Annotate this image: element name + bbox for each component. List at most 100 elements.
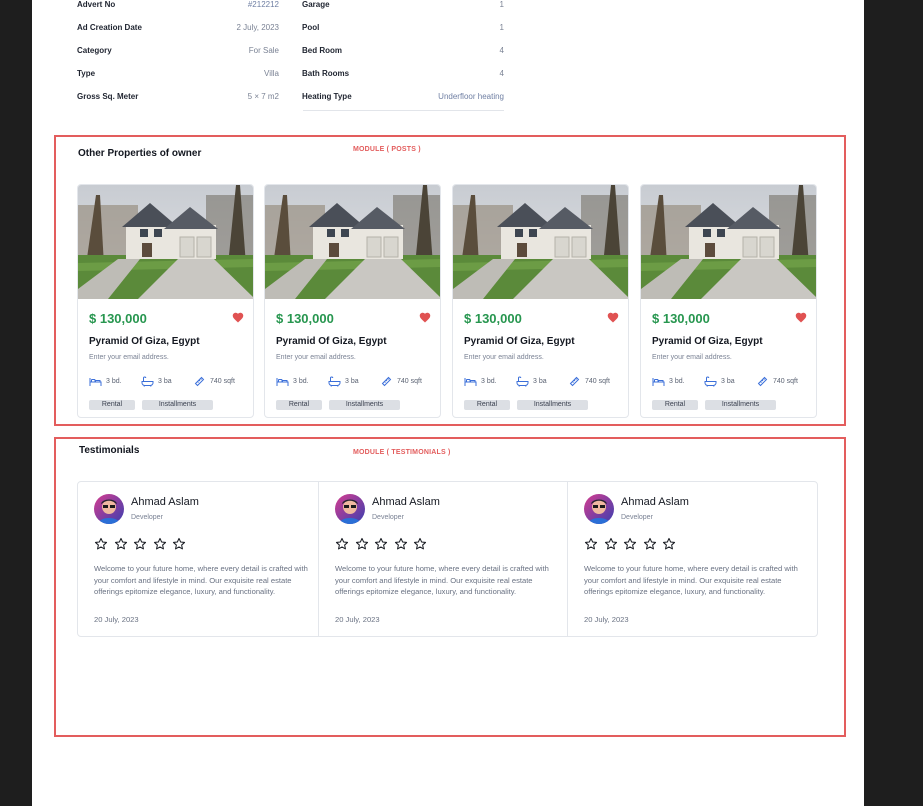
baths-label: 3 ba bbox=[345, 377, 359, 385]
detail-label: Garage bbox=[302, 0, 330, 9]
property-photo bbox=[78, 185, 253, 299]
property-title: Pyramid Of Giza, Egypt bbox=[464, 336, 575, 347]
detail-value: 1 bbox=[499, 23, 504, 32]
baths-feature: 3 ba bbox=[328, 375, 359, 387]
star-icon[interactable] bbox=[172, 537, 186, 551]
avatar bbox=[94, 494, 124, 524]
property-card[interactable]: $ 130,000 Pyramid Of Giza, Egypt Enter y… bbox=[452, 184, 629, 418]
property-title: Pyramid Of Giza, Egypt bbox=[276, 336, 387, 347]
reviewer-role: Developer bbox=[621, 514, 653, 521]
testimonial-text: Welcome to your future home, where every… bbox=[584, 564, 798, 597]
testimonial-text: Welcome to your future home, where every… bbox=[94, 564, 308, 597]
detail-row: Ad Creation Date 2 July, 2023 bbox=[77, 23, 279, 37]
detail-row: Heating Type Underfloor heating bbox=[302, 92, 504, 106]
bath-icon bbox=[516, 375, 529, 387]
bed-icon bbox=[89, 377, 102, 386]
tag-rental[interactable]: Rental bbox=[89, 400, 135, 410]
detail-label: Pool bbox=[302, 23, 320, 32]
star-rating bbox=[94, 537, 192, 551]
price: $ 130,000 bbox=[276, 311, 334, 326]
star-icon[interactable] bbox=[604, 537, 618, 551]
tag-rental[interactable]: Rental bbox=[464, 400, 510, 410]
ruler-icon bbox=[381, 376, 392, 386]
heart-icon[interactable] bbox=[232, 312, 244, 323]
reviewer-name: Ahmad Aslam bbox=[131, 496, 199, 508]
ruler-icon bbox=[757, 376, 768, 386]
testimonial-date: 20 July, 2023 bbox=[584, 615, 629, 624]
star-icon[interactable] bbox=[94, 537, 108, 551]
star-icon[interactable] bbox=[623, 537, 637, 551]
star-icon[interactable] bbox=[355, 537, 369, 551]
avatar bbox=[584, 494, 614, 524]
detail-value: For Sale bbox=[248, 46, 279, 55]
star-icon[interactable] bbox=[133, 537, 147, 551]
detail-label: Gross Sq. Meter bbox=[77, 92, 139, 101]
bed-icon bbox=[464, 377, 477, 386]
detail-value: 5 × 7 m2 bbox=[247, 92, 279, 101]
beds-feature: 3 bd. bbox=[652, 375, 685, 387]
beds-feature: 3 bd. bbox=[276, 375, 309, 387]
heart-icon[interactable] bbox=[607, 312, 619, 323]
detail-label: Heating Type bbox=[302, 92, 352, 101]
bed-icon bbox=[276, 377, 289, 386]
area-label: 740 sqft bbox=[585, 377, 610, 385]
detail-row: Category For Sale bbox=[77, 46, 279, 60]
star-icon[interactable] bbox=[394, 537, 408, 551]
ruler-icon bbox=[194, 376, 205, 386]
star-icon[interactable] bbox=[335, 537, 349, 551]
tag-rental[interactable]: Rental bbox=[652, 400, 698, 410]
star-icon[interactable] bbox=[643, 537, 657, 551]
star-icon[interactable] bbox=[662, 537, 676, 551]
detail-row: Bed Room 4 bbox=[302, 46, 504, 60]
detail-value: 4 bbox=[499, 46, 504, 55]
area-label: 740 sqft bbox=[210, 377, 235, 385]
star-rating bbox=[584, 537, 682, 551]
testimonial-card: Ahmad Aslam Developer Welcome to your fu… bbox=[567, 482, 817, 636]
detail-value: 1 bbox=[499, 0, 504, 9]
avatar bbox=[335, 494, 365, 524]
detail-label: Bed Room bbox=[302, 46, 342, 55]
baths-feature: 3 ba bbox=[704, 375, 735, 387]
testimonial-card: Ahmad Aslam Developer Welcome to your fu… bbox=[318, 482, 567, 636]
property-card[interactable]: $ 130,000 Pyramid Of Giza, Egypt Enter y… bbox=[640, 184, 817, 418]
detail-row: Advert No #212212 bbox=[77, 0, 279, 14]
beds-feature: 3 bd. bbox=[89, 375, 122, 387]
detail-row: Type Villa bbox=[77, 69, 279, 83]
property-features: 3 bd. 3 ba 740 sqft bbox=[276, 375, 436, 387]
area-label: 740 sqft bbox=[773, 377, 798, 385]
ruler-icon bbox=[569, 376, 580, 386]
detail-row: Pool 1 bbox=[302, 23, 504, 37]
detail-row: Bath Rooms 4 bbox=[302, 69, 504, 83]
star-icon[interactable] bbox=[153, 537, 167, 551]
heart-icon[interactable] bbox=[795, 312, 807, 323]
heart-icon[interactable] bbox=[419, 312, 431, 323]
beds-feature: 3 bd. bbox=[464, 375, 497, 387]
star-icon[interactable] bbox=[114, 537, 128, 551]
property-photo bbox=[453, 185, 628, 299]
star-icon[interactable] bbox=[413, 537, 427, 551]
price: $ 130,000 bbox=[464, 311, 522, 326]
detail-row: Gross Sq. Meter 5 × 7 m2 bbox=[77, 92, 279, 106]
section-title: Other Properties of owner bbox=[78, 148, 202, 159]
star-icon[interactable] bbox=[374, 537, 388, 551]
tag-installments[interactable]: Installments bbox=[705, 400, 776, 410]
tag-installments[interactable]: Installments bbox=[142, 400, 213, 410]
property-subtitle: Enter your email address. bbox=[652, 354, 732, 361]
detail-value: #212212 bbox=[247, 0, 279, 9]
divider bbox=[303, 110, 504, 111]
testimonial-list: Ahmad Aslam Developer Welcome to your fu… bbox=[77, 481, 818, 637]
property-card[interactable]: $ 130,000 Pyramid Of Giza, Egypt Enter y… bbox=[77, 184, 254, 418]
detail-value: 2 July, 2023 bbox=[236, 23, 279, 32]
property-card[interactable]: $ 130,000 Pyramid Of Giza, Egypt Enter y… bbox=[264, 184, 441, 418]
detail-row: Garage 1 bbox=[302, 0, 504, 14]
tag-rental[interactable]: Rental bbox=[276, 400, 322, 410]
beds-label: 3 bd. bbox=[669, 377, 685, 385]
baths-label: 3 ba bbox=[158, 377, 172, 385]
area-feature: 740 sqft bbox=[193, 375, 235, 387]
area-feature: 740 sqft bbox=[568, 375, 610, 387]
star-icon[interactable] bbox=[584, 537, 598, 551]
testimonial-text: Welcome to your future home, where every… bbox=[335, 564, 549, 597]
tag-installments[interactable]: Installments bbox=[329, 400, 400, 410]
property-features: 3 bd. 3 ba 740 sqft bbox=[464, 375, 624, 387]
tag-installments[interactable]: Installments bbox=[517, 400, 588, 410]
